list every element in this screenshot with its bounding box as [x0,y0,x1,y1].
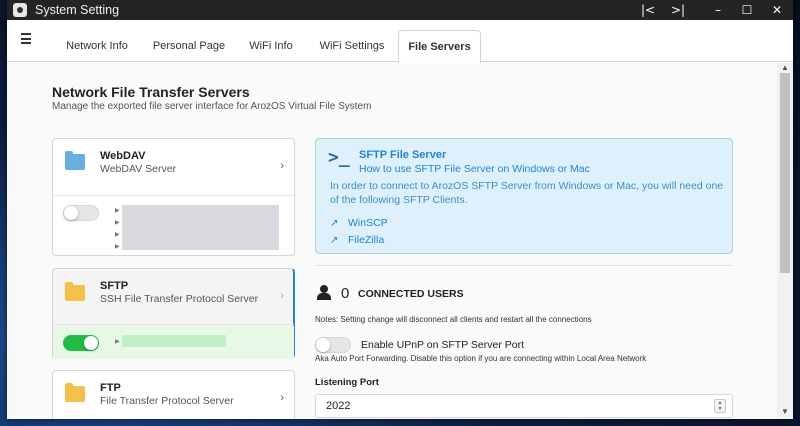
sftp-info-message: >_ SFTP File Server How to use SFTP File… [315,138,733,254]
winscp-link[interactable]: ↗ WinSCP [330,217,388,229]
external-link-icon: ↗ [330,218,339,229]
tab-wifi-settings[interactable]: WiFi Settings [311,30,393,62]
upnp-toggle[interactable] [315,337,351,353]
main-content: Network File Transfer Servers Manage the… [7,63,777,419]
connected-users-label: CONNECTED USERS [358,288,464,300]
server-card-sftp: SFTP SSH File Transfer Protocol Server ›… [52,268,295,359]
tab-network-info[interactable]: Network Info [57,30,137,62]
sftp-enable-toggle[interactable] [63,335,99,351]
page-subtitle: Manage the exported file server interfac… [52,101,372,112]
expand-arrow-icon: ▶ [115,232,120,238]
server-card-webdav: WebDAV WebDAV Server › ▶ ▶ ▶ ▶ [52,138,295,256]
chevron-right-icon: › [280,290,284,302]
port-stepper[interactable]: ▲ ▼ [714,399,726,413]
server-header-webdav[interactable]: WebDAV WebDAV Server › [53,139,294,196]
server-name: SFTP [100,280,129,292]
tab-bar: Network Info Personal Page WiFi Info WiF… [7,20,793,63]
vertical-scrollbar[interactable]: ▲ ▼ [777,63,793,419]
info-subtitle: How to use SFTP File Server on Windows o… [359,163,590,175]
info-body: In order to connect to ArozOS SFTP Serve… [330,180,724,206]
chevron-right-icon: › [280,160,284,172]
expand-arrow-icon: ▶ [115,208,120,214]
server-description: File Transfer Protocol Server [100,395,234,407]
server-name: FTP [100,382,121,394]
scroll-down-arrow-icon[interactable]: ▼ [777,407,793,417]
close-button[interactable]: ✕ [762,0,792,20]
settings-window: System Setting |< >| – ☐ ✕ Network Info … [7,0,793,419]
server-description: WebDAV Server [100,163,177,175]
expand-arrow-icon: ▶ [115,244,120,250]
tab-file-servers[interactable]: File Servers [398,30,481,63]
server-header-sftp[interactable]: SFTP SSH File Transfer Protocol Server › [53,269,294,325]
sftp-status-placeholder [122,335,226,347]
user-icon [317,285,331,300]
listening-port-input[interactable]: 2022 ▲ ▼ [315,394,733,418]
previous-window-button[interactable]: |< [633,0,663,20]
port-value: 2022 [326,400,351,412]
network-folder-icon [65,151,85,170]
title-bar: System Setting |< >| – ☐ ✕ [7,0,793,20]
window-title: System Setting [35,3,120,17]
upnp-label: Enable UPnP on SFTP Server Port [361,339,525,351]
maximize-button[interactable]: ☐ [732,0,762,20]
restart-note: Notes: Setting change will disconnect al… [315,315,592,324]
tab-wifi-info[interactable]: WiFi Info [241,30,301,62]
folder-icon [65,282,85,301]
info-title: SFTP File Server [359,149,447,161]
server-card-ftp[interactable]: FTP File Transfer Protocol Server › [52,370,295,419]
section-divider [315,265,733,266]
scrollbar-thumb[interactable] [780,73,790,273]
external-link-icon: ↗ [330,235,339,246]
filezilla-link[interactable]: ↗ FileZilla [330,234,384,246]
chevron-right-icon: › [280,392,284,404]
expand-arrow-icon: ▶ [115,339,120,345]
hamburger-menu-icon[interactable] [21,33,33,47]
server-description: SSH File Transfer Protocol Server [100,293,259,305]
link-label: FileZilla [348,234,385,246]
next-window-button[interactable]: >| [663,0,693,20]
scroll-up-arrow-icon[interactable]: ▲ [777,63,793,73]
terminal-icon: >_ [328,147,350,168]
tab-personal-page[interactable]: Personal Page [147,30,231,62]
connected-users-count: 0 [341,285,350,302]
server-name: WebDAV [100,150,146,162]
settings-app-icon [13,3,27,17]
link-label: WinSCP [348,217,388,229]
expand-arrow-icon: ▶ [115,220,120,226]
page-title: Network File Transfer Servers [52,84,250,100]
folder-icon [65,383,85,402]
webdav-enable-toggle[interactable] [63,205,99,221]
webdav-settings-placeholder [122,205,279,250]
listening-port-label: Listening Port [315,377,379,388]
minimize-button[interactable]: – [703,0,733,20]
upnp-help-text: Aka Auto Port Forwarding. Disable this o… [315,354,647,363]
